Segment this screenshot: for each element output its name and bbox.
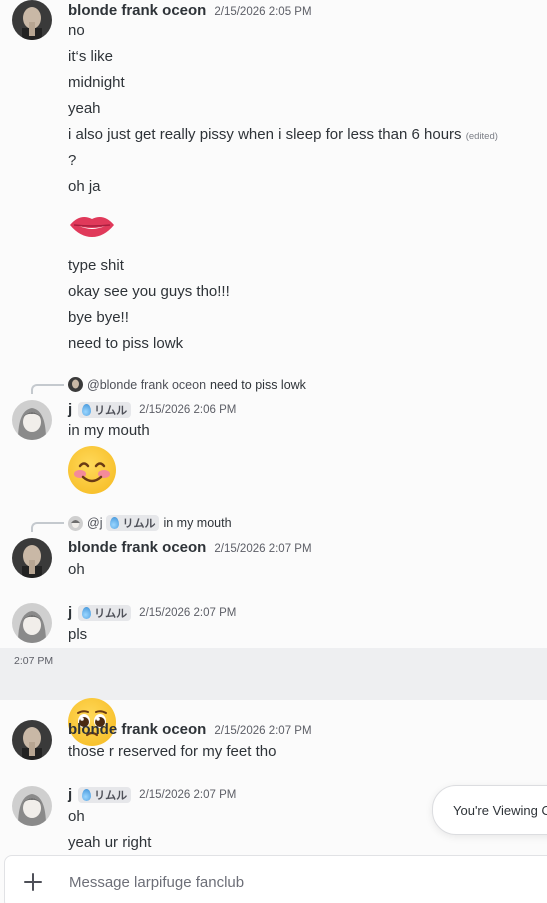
- timestamp[interactable]: 2/15/2026 2:07 PM: [139, 607, 236, 619]
- message-text: no: [68, 22, 85, 39]
- message-text: okay see you guys tho!!!: [68, 283, 230, 300]
- message-text: i also just get really pissy when i slee…: [68, 126, 462, 143]
- smiling-blush-emoji[interactable]: [68, 446, 116, 494]
- username[interactable]: blonde frank oceon: [68, 539, 206, 556]
- viewing-older-messages-toast[interactable]: You're Viewing O: [432, 785, 547, 835]
- username[interactable]: j: [68, 786, 72, 803]
- message-text: oh ja: [68, 178, 101, 195]
- username[interactable]: blonde frank oceon: [68, 721, 206, 738]
- username[interactable]: blonde frank oceon: [68, 2, 206, 19]
- reply-mention[interactable]: @j: [87, 516, 102, 530]
- message-text: pls: [68, 626, 88, 643]
- avatar-blonde-frank-oceon[interactable]: [12, 0, 52, 40]
- message-text-edited: i also just get really pissy when i slee…: [68, 125, 498, 147]
- avatar-j[interactable]: [12, 786, 52, 826]
- message-text: bye bye!!: [68, 309, 129, 326]
- water-drop-icon: [82, 403, 92, 416]
- message-text: in my mouth: [68, 422, 150, 439]
- message-input[interactable]: Message larpifuge fanclub: [69, 874, 244, 891]
- message-composer[interactable]: Message larpifuge fanclub: [4, 855, 547, 903]
- username[interactable]: j: [68, 401, 72, 418]
- reply-reference[interactable]: @j リムル in my mouth: [68, 515, 232, 531]
- water-drop-icon: [110, 517, 120, 529]
- role-tag-label: リムル: [122, 518, 156, 530]
- message-header: blonde frank oceon 2/15/2026 2:07 PM: [68, 539, 312, 556]
- role-tag[interactable]: リムル: [78, 786, 132, 803]
- plus-icon[interactable]: [5, 867, 61, 898]
- message-header: j リムル 2/15/2026 2:07 PM: [68, 604, 236, 621]
- role-tag: リムル: [106, 515, 160, 531]
- message-text: it‘s like: [68, 48, 114, 65]
- username[interactable]: j: [68, 604, 72, 621]
- avatar-blonde-frank-oceon[interactable]: [12, 538, 52, 578]
- timestamp[interactable]: 2/15/2026 2:07 PM: [214, 543, 311, 555]
- reply-avatar: [68, 377, 83, 392]
- message-text: yeah ur right: [68, 834, 152, 851]
- message-header: j リムル 2/15/2026 2:07 PM: [68, 786, 236, 803]
- water-drop-icon: [82, 788, 92, 801]
- role-tag-label: リムル: [94, 404, 128, 417]
- hover-timestamp: 2:07 PM: [14, 655, 54, 667]
- edited-label: (edited): [465, 131, 498, 142]
- message-text: type shit: [68, 257, 124, 274]
- reply-text: need to piss lowk: [210, 377, 306, 392]
- role-tag[interactable]: リムル: [78, 401, 132, 418]
- message-text: need to piss lowk: [68, 335, 184, 352]
- message-header: blonde frank oceon 2/15/2026 2:05 PM: [68, 2, 312, 19]
- message-text: those r reserved for my feet tho: [68, 743, 277, 760]
- avatar-j[interactable]: [12, 603, 52, 643]
- timestamp[interactable]: 2/15/2026 2:07 PM: [214, 725, 311, 737]
- timestamp[interactable]: 2/15/2026 2:06 PM: [139, 404, 236, 416]
- reply-text: in my mouth: [163, 516, 232, 530]
- message-text: oh: [68, 561, 85, 578]
- biting-lip-emoji[interactable]: [68, 211, 116, 241]
- message-text: midnight: [68, 74, 125, 91]
- timestamp[interactable]: 2/15/2026 2:07 PM: [139, 789, 236, 801]
- reply-reference[interactable]: @blonde frank oceon need to piss lowk: [68, 377, 306, 392]
- message-header: j リムル 2/15/2026 2:06 PM: [68, 401, 236, 418]
- message-header: blonde frank oceon 2/15/2026 2:07 PM: [68, 721, 312, 738]
- reply-spine: [31, 522, 64, 532]
- avatar-j[interactable]: [12, 400, 52, 440]
- message-text: oh: [68, 808, 85, 825]
- avatar-blonde-frank-oceon[interactable]: [12, 720, 52, 760]
- timestamp[interactable]: 2/15/2026 2:05 PM: [214, 6, 311, 18]
- message-text: yeah: [68, 100, 101, 117]
- message-text: ?: [68, 152, 77, 169]
- role-tag-label: リムル: [94, 607, 128, 620]
- reply-mention[interactable]: @blonde frank oceon: [87, 378, 206, 392]
- water-drop-icon: [82, 606, 92, 619]
- reply-avatar: [68, 515, 83, 531]
- role-tag[interactable]: リムル: [78, 604, 132, 621]
- reply-spine: [31, 384, 64, 394]
- role-tag-label: リムル: [94, 789, 128, 802]
- hovered-message-row[interactable]: [0, 648, 547, 700]
